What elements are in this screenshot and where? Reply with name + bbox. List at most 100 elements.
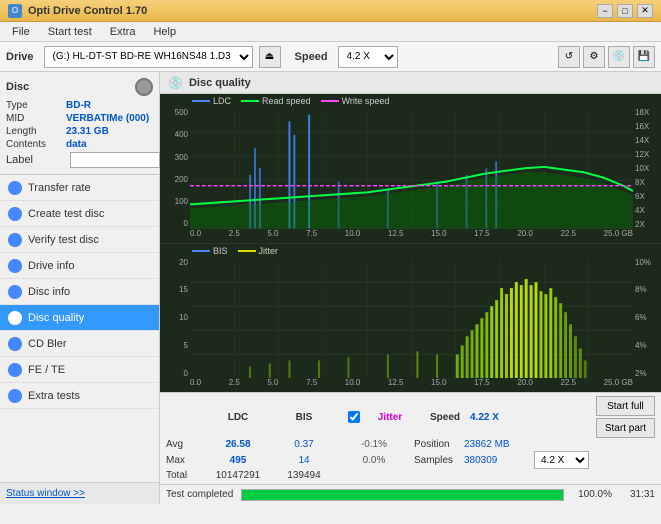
sidebar-item-disc-quality[interactable]: Disc quality bbox=[0, 305, 159, 331]
sidebar-item-transfer-rate[interactable]: Transfer rate bbox=[0, 175, 159, 201]
transfer-rate-label: Transfer rate bbox=[28, 182, 91, 194]
elapsed-time: 31:31 bbox=[620, 489, 655, 500]
position-value: 23862 MB bbox=[464, 439, 534, 450]
menu-start-test[interactable]: Start test bbox=[40, 24, 100, 40]
start-full-button[interactable]: Start full bbox=[596, 396, 655, 416]
top-chart-y-left: 500 400 300 200 100 0 bbox=[160, 108, 190, 229]
avg-jitter: -0.1% bbox=[334, 439, 414, 450]
write-speed-legend-label: Write speed bbox=[342, 96, 390, 106]
stats-area: LDC BIS Jitter Speed 4.22 X Start full S… bbox=[160, 392, 661, 484]
main-area: Disc Type BD-R MID VERBATIMe (000) Lengt… bbox=[0, 72, 661, 504]
minimize-button[interactable]: − bbox=[597, 4, 613, 18]
disc-contents-label: Contents bbox=[6, 139, 66, 150]
disc-length-row: Length 23.31 GB bbox=[6, 126, 153, 137]
eject-button[interactable]: ⏏ bbox=[259, 46, 281, 68]
bot-x-225: 22.5 bbox=[560, 378, 576, 392]
position-label: Position bbox=[414, 439, 464, 450]
top-yr-4x: 4X bbox=[635, 206, 645, 215]
speed-select-small[interactable]: 4.2 X bbox=[534, 451, 589, 469]
menu-help[interactable]: Help bbox=[145, 24, 184, 40]
top-x-50: 5.0 bbox=[267, 229, 278, 243]
disc-label-row: Label 🔍 bbox=[6, 152, 153, 168]
sidebar-item-drive-info[interactable]: Drive info bbox=[0, 253, 159, 279]
ldc-header: LDC bbox=[202, 412, 274, 423]
ldc-legend-label: LDC bbox=[213, 96, 231, 106]
disc-contents-row: Contents data bbox=[6, 139, 153, 150]
top-yr-2x: 2X bbox=[635, 220, 645, 229]
top-yr-18x: 18X bbox=[635, 108, 649, 117]
disc-contents-value: data bbox=[66, 139, 87, 150]
top-yr-10x: 10X bbox=[635, 164, 649, 173]
read-speed-legend-label: Read speed bbox=[262, 96, 311, 106]
top-x-200: 20.0 bbox=[517, 229, 533, 243]
bot-x-175: 17.5 bbox=[474, 378, 490, 392]
maximize-button[interactable]: □ bbox=[617, 4, 633, 18]
start-part-button[interactable]: Start part bbox=[596, 418, 655, 438]
bot-yr-8: 8% bbox=[635, 285, 647, 294]
top-x-75: 7.5 bbox=[306, 229, 317, 243]
bot-x-0: 0.0 bbox=[190, 378, 201, 392]
sidebar-item-create-test-disc[interactable]: Create test disc bbox=[0, 201, 159, 227]
bot-x-50: 5.0 bbox=[267, 378, 278, 392]
speed-header: Speed bbox=[420, 412, 470, 423]
sidebar-item-disc-info[interactable]: Disc info bbox=[0, 279, 159, 305]
menu-file[interactable]: File bbox=[4, 24, 38, 40]
close-button[interactable]: ✕ bbox=[637, 4, 653, 18]
bis-legend-label: BIS bbox=[213, 246, 228, 256]
jitter-legend: Jitter bbox=[238, 246, 279, 256]
top-x-25: 2.5 bbox=[229, 229, 240, 243]
avg-ldc: 26.58 bbox=[202, 439, 274, 450]
sidebar-item-verify-test-disc[interactable]: Verify test disc bbox=[0, 227, 159, 253]
extra-tests-icon bbox=[8, 389, 22, 403]
top-yr-14x: 14X bbox=[635, 136, 649, 145]
disc-type-value: BD-R bbox=[66, 100, 91, 111]
max-jitter: 0.0% bbox=[334, 455, 414, 466]
bot-x-75: 7.5 bbox=[306, 378, 317, 392]
total-bis: 139494 bbox=[274, 470, 334, 481]
disc-info-label: Disc info bbox=[28, 286, 70, 298]
top-y-500: 500 bbox=[175, 108, 188, 117]
ldc-legend: LDC bbox=[192, 96, 231, 106]
menu-extra[interactable]: Extra bbox=[102, 24, 144, 40]
disc-length-label: Length bbox=[6, 126, 66, 137]
disc-type-row: Type BD-R bbox=[6, 100, 153, 111]
total-row: Total 10147291 139494 bbox=[166, 470, 655, 481]
write-speed-legend-color bbox=[321, 100, 339, 102]
speed-select[interactable]: 4.2 X bbox=[338, 46, 398, 68]
top-y-0: 0 bbox=[184, 219, 188, 228]
drive-select[interactable]: (G:) HL-DT-ST BD-RE WH16NS48 1.D3 bbox=[44, 46, 253, 68]
create-test-disc-icon bbox=[8, 207, 22, 221]
disc-mid-value: VERBATIMe (000) bbox=[66, 113, 149, 124]
settings-button[interactable]: ⚙ bbox=[583, 46, 605, 68]
top-yr-12x: 12X bbox=[635, 150, 649, 159]
avg-row: Avg 26.58 0.37 -0.1% Position 23862 MB bbox=[166, 439, 655, 450]
disc-button[interactable]: 💿 bbox=[608, 46, 630, 68]
title-bar-left: O Opti Drive Control 1.70 bbox=[8, 4, 147, 18]
save-button[interactable]: 💾 bbox=[633, 46, 655, 68]
progress-percentage: 100.0% bbox=[572, 489, 612, 500]
cd-bler-label: CD Bler bbox=[28, 338, 67, 350]
disc-label-input[interactable] bbox=[70, 152, 160, 168]
bot-yr-10: 10% bbox=[635, 258, 651, 267]
sidebar: Disc Type BD-R MID VERBATIMe (000) Lengt… bbox=[0, 72, 160, 504]
bottom-chart: BIS Jitter 20 15 10 5 0 10% bbox=[160, 244, 661, 393]
sidebar-item-extra-tests[interactable]: Extra tests bbox=[0, 383, 159, 409]
top-x-100: 10.0 bbox=[345, 229, 361, 243]
title-bar-text: Opti Drive Control 1.70 bbox=[28, 5, 147, 17]
refresh-button[interactable]: ↺ bbox=[558, 46, 580, 68]
jitter-checkbox[interactable] bbox=[348, 411, 360, 423]
sidebar-item-fe-te[interactable]: FE / TE bbox=[0, 357, 159, 383]
top-yr-16x: 16X bbox=[635, 122, 649, 131]
disc-info-icon bbox=[8, 285, 22, 299]
sidebar-item-cd-bler[interactable]: CD Bler bbox=[0, 331, 159, 357]
write-speed-legend: Write speed bbox=[321, 96, 390, 106]
bot-x-150: 15.0 bbox=[431, 378, 447, 392]
top-x-125: 12.5 bbox=[388, 229, 404, 243]
title-bar-controls: − □ ✕ bbox=[597, 4, 653, 18]
total-ldc: 10147291 bbox=[202, 470, 274, 481]
top-chart-legend: LDC Read speed Write speed bbox=[192, 96, 389, 106]
samples-value: 380309 bbox=[464, 455, 534, 466]
transfer-rate-icon bbox=[8, 181, 22, 195]
status-window-link[interactable]: Status window >> bbox=[0, 482, 159, 504]
max-bis: 14 bbox=[274, 455, 334, 466]
